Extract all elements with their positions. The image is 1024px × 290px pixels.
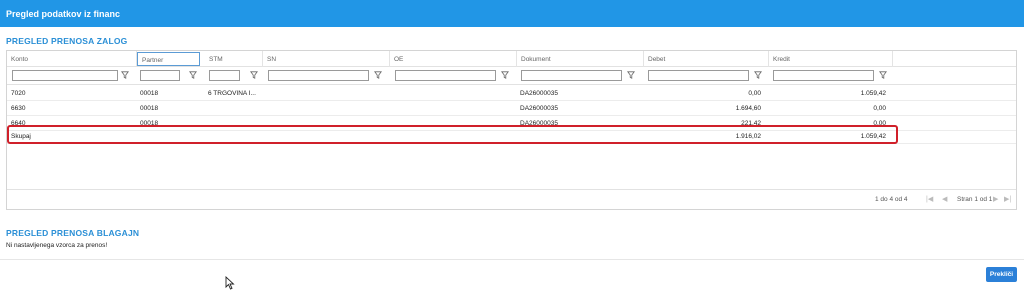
table-row[interactable]: 6630 00018 DA26000035 1.694,60 0,00 bbox=[7, 101, 1016, 116]
table-row[interactable]: 7020 00018 6 TRGOVINA I... DA26000035 0,… bbox=[7, 86, 1016, 101]
filter-input-debet[interactable] bbox=[648, 70, 749, 81]
filter-input-stm[interactable] bbox=[209, 70, 240, 81]
grid-filter-row bbox=[7, 68, 1016, 85]
filter-input-konto[interactable] bbox=[12, 70, 118, 81]
filter-input-dokument[interactable] bbox=[521, 70, 622, 81]
filter-icon[interactable] bbox=[754, 71, 762, 79]
cell-konto: 7020 bbox=[11, 90, 26, 97]
column-header-kredit[interactable]: Kredit bbox=[769, 51, 893, 67]
filter-input-oe[interactable] bbox=[395, 70, 496, 81]
column-header-oe[interactable]: OE bbox=[390, 51, 517, 67]
filter-icon[interactable] bbox=[250, 71, 258, 79]
filter-icon[interactable] bbox=[879, 71, 887, 79]
cancel-button[interactable]: Prekliči bbox=[986, 267, 1017, 282]
pager-page: Stran 1 od 1 bbox=[957, 196, 993, 203]
cell-kredit: 1.059,42 bbox=[860, 90, 886, 97]
mouse-cursor-icon bbox=[225, 276, 235, 290]
cell-dokument: DA26000035 bbox=[520, 105, 558, 112]
cell-kredit: 0,00 bbox=[873, 105, 886, 112]
footer-divider bbox=[0, 259, 1024, 260]
filter-input-kredit[interactable] bbox=[773, 70, 874, 81]
next-page-icon[interactable]: ▶ bbox=[993, 195, 998, 203]
column-header-konto[interactable]: Konto bbox=[7, 51, 137, 67]
column-header-dokument[interactable]: Dokument bbox=[517, 51, 644, 67]
filter-icon[interactable] bbox=[501, 71, 509, 79]
cell-debet: 0,00 bbox=[748, 90, 761, 97]
grid-pager: 1 do 4 od 4 |◀ ◀ Stran 1 od 1 ▶ ▶| bbox=[7, 189, 1016, 209]
column-header-partner[interactable]: Partner bbox=[137, 52, 200, 66]
filter-icon[interactable] bbox=[374, 71, 382, 79]
cell-dokument: DA26000035 bbox=[520, 90, 558, 97]
cell-partner: 00018 bbox=[140, 90, 159, 97]
cell-partner: 00018 bbox=[140, 105, 159, 112]
total-row-highlight bbox=[7, 125, 898, 144]
last-page-icon[interactable]: ▶| bbox=[1004, 195, 1011, 203]
grid-header-row: Konto Partner STM SN OE Dokument Debet K… bbox=[7, 51, 1016, 67]
filter-input-sn[interactable] bbox=[268, 70, 369, 81]
cell-debet: 1.694,60 bbox=[735, 105, 761, 112]
prev-page-icon[interactable]: ◀ bbox=[942, 195, 947, 203]
cell-stm: 6 TRGOVINA I... bbox=[208, 90, 256, 97]
column-header-stm[interactable]: STM bbox=[205, 51, 263, 67]
column-header-debet[interactable]: Debet bbox=[644, 51, 769, 67]
filter-icon[interactable] bbox=[627, 71, 635, 79]
filter-input-partner[interactable] bbox=[140, 70, 180, 81]
blagajne-section-title: PREGLED PRENOSA BLAGAJN bbox=[6, 228, 140, 238]
blagajne-note: Ni nastavljenega vzorca za prenos! bbox=[6, 242, 108, 249]
filter-icon[interactable] bbox=[121, 71, 129, 79]
cell-konto: 6630 bbox=[11, 105, 26, 112]
pager-summary: 1 do 4 od 4 bbox=[875, 196, 908, 203]
first-page-icon[interactable]: |◀ bbox=[926, 195, 933, 203]
column-header-sn[interactable]: SN bbox=[263, 51, 390, 67]
window-title: Pregled podatkov iz financ bbox=[0, 0, 1024, 27]
zaloge-section-title: PREGLED PRENOSA ZALOG bbox=[6, 36, 128, 46]
filter-icon[interactable] bbox=[189, 71, 197, 79]
